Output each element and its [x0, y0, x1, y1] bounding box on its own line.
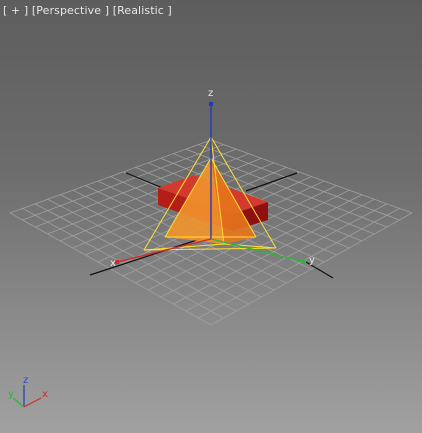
perspective-viewport[interactable]: [ + ] [Perspective ] [Realistic ] z x y …	[0, 0, 422, 433]
axis-tripod: z x y	[8, 375, 48, 408]
scene-canvas[interactable]: z x y z x y	[0, 0, 422, 433]
tripod-x-axis	[23, 397, 42, 408]
gizmo-y-label: y	[309, 255, 315, 266]
gizmo-z-handle[interactable]	[209, 102, 213, 106]
gizmo-x-label: x	[110, 258, 116, 269]
tripod-y-axis	[12, 397, 25, 408]
tripod-x-label: x	[42, 389, 48, 400]
tripod-y-label: y	[8, 389, 14, 400]
tripod-z-label: z	[23, 375, 28, 386]
gizmo-z-label: z	[208, 88, 213, 99]
gizmo-y-handle[interactable]	[302, 260, 306, 264]
gizmo-y-axis[interactable]	[210, 238, 305, 263]
